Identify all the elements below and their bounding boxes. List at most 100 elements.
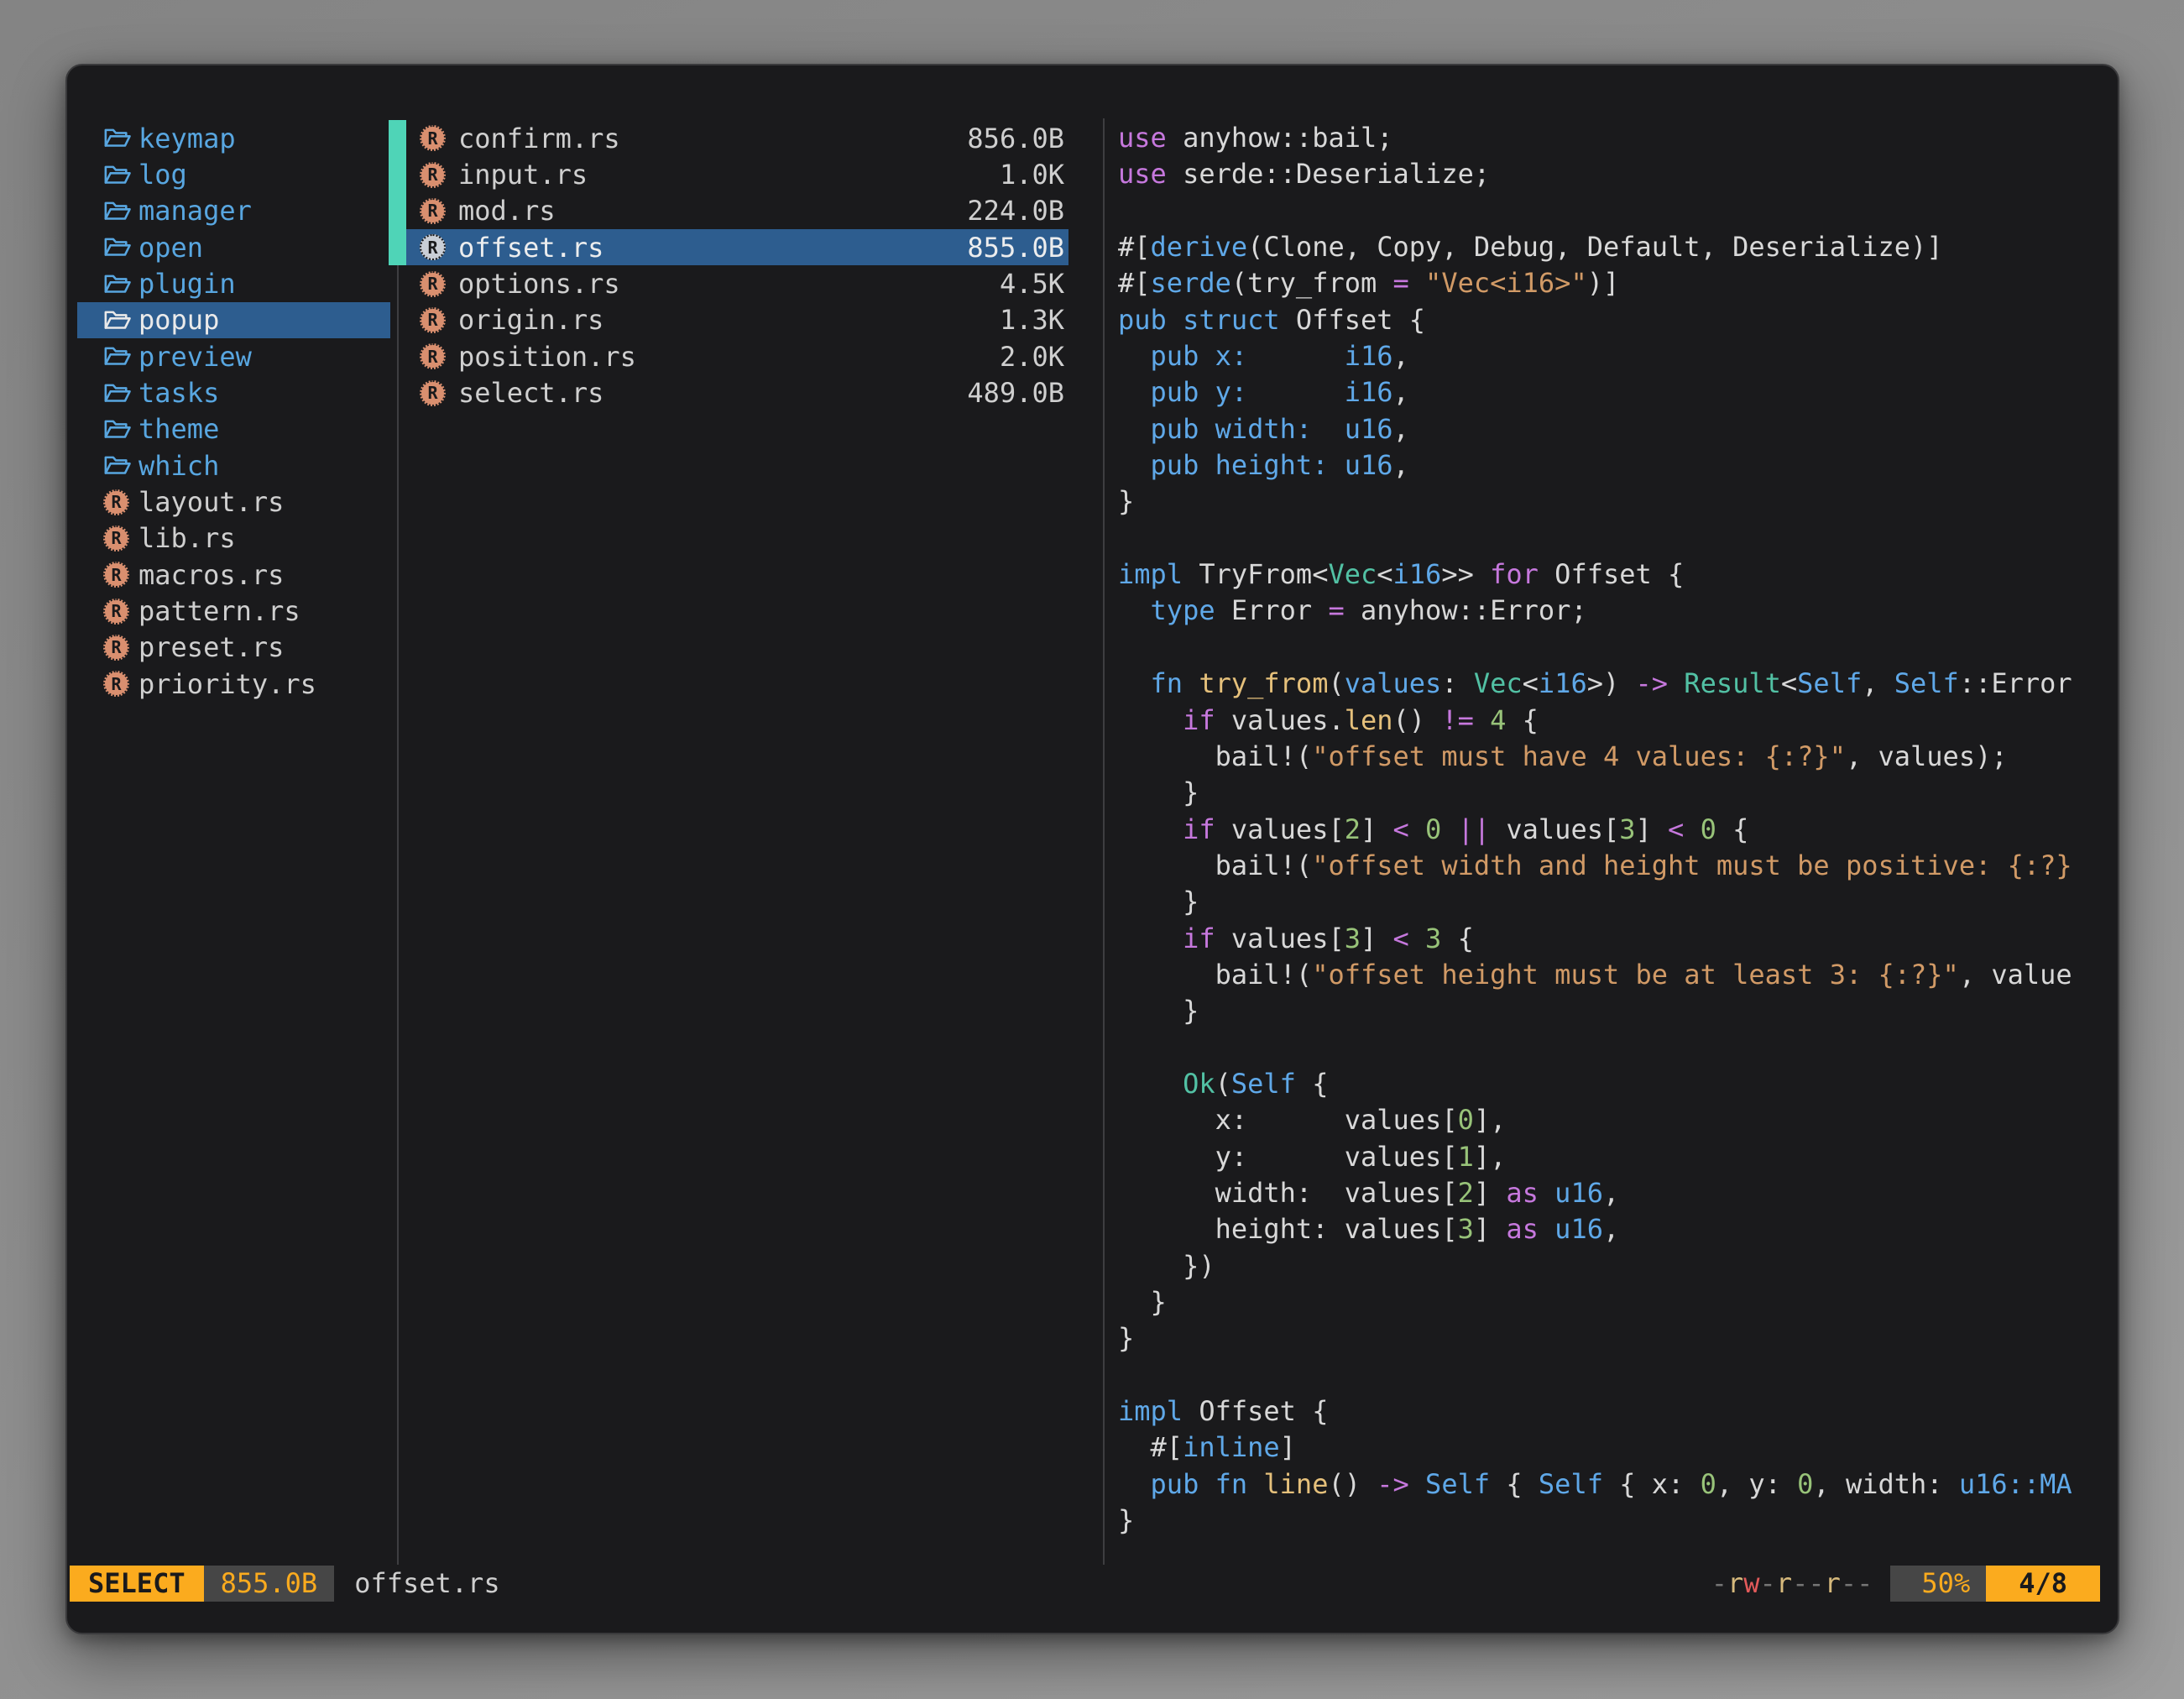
code-token: ::Error [1959, 667, 2072, 699]
code-token: } [1118, 886, 1199, 917]
code-token: ( [1328, 667, 1344, 699]
file-row-options-rs[interactable]: Roptions.rs4.5K [406, 265, 1068, 301]
code-token: for [1490, 558, 1539, 590]
code-token [1474, 704, 1490, 736]
code-token: 3 [1345, 923, 1361, 954]
code-token: < [1377, 558, 1392, 590]
sidebar-item-theme[interactable]: theme [77, 411, 390, 447]
rust-gear-icon: R [420, 380, 446, 406]
sidebar-item-lib-rs[interactable]: Rlib.rs [77, 520, 390, 557]
code-token: i16 [1345, 376, 1393, 408]
code-token: height: [1215, 449, 1329, 481]
sidebar-item-keymap[interactable]: keymap [77, 120, 390, 156]
file-row-input-rs[interactable]: Rinput.rs1.0K [406, 156, 1068, 192]
code-token: as [1506, 1177, 1539, 1209]
code-line: y: values[1], [1118, 1139, 2119, 1175]
code-token: } [1118, 1322, 1134, 1354]
code-token: as [1506, 1213, 1539, 1245]
file-row-position-rs[interactable]: Rposition.rs2.0K [406, 338, 1068, 374]
code-line: Ok(Self { [1118, 1066, 2119, 1102]
code-token: Self [1425, 1468, 1490, 1500]
code-token: bail!( [1118, 959, 1312, 991]
code-token [1684, 813, 1700, 845]
file-size: 2.0K [1000, 341, 1064, 373]
rust-gear-icon: R [103, 489, 129, 515]
sidebar-item-popup[interactable]: popup [77, 302, 390, 338]
sidebar-item-label: open [138, 232, 203, 264]
code-token: i16 [1393, 558, 1442, 590]
code-line: pub width: u16, [1118, 411, 2119, 447]
code-token [1199, 376, 1215, 408]
file-row-offset-rs[interactable]: Roffset.rs855.0B [406, 229, 1068, 265]
sidebar-item-preset-rs[interactable]: Rpreset.rs [77, 630, 390, 666]
code-token: ] [1280, 1431, 1296, 1463]
pane-divider-right [1103, 118, 1105, 1565]
file-row-select-rs[interactable]: Rselect.rs489.0B [406, 374, 1068, 410]
code-token: ] [1636, 813, 1669, 845]
file-row-confirm-rs[interactable]: Rconfirm.rs856.0B [406, 120, 1068, 156]
code-token [1199, 413, 1215, 445]
code-token: #[ [1118, 231, 1151, 263]
code-line: impl Offset { [1118, 1393, 2119, 1430]
file-row-origin-rs[interactable]: Rorigin.rs1.3K [406, 302, 1068, 338]
code-token: derive [1151, 231, 1248, 263]
open-folder-icon [103, 418, 132, 441]
code-line: fn try_from(values: Vec<i16>) -> Result<… [1118, 666, 2119, 702]
code-token: () [1328, 1468, 1377, 1500]
status-bar: SELECT 855.0B offset.rs -rw-r--r-- 50% 4… [70, 1566, 2100, 1602]
open-folder-icon [103, 309, 132, 332]
code-token: < [1781, 667, 1797, 699]
code-token: x: values[ [1118, 1104, 1458, 1136]
code-token: 0 [1458, 1104, 1474, 1136]
permission-char: - [1760, 1567, 1776, 1599]
code-token: { [1716, 813, 1749, 845]
sidebar-item-open[interactable]: open [77, 229, 390, 265]
code-token: (Clone, Copy, Debug, Default, Deserializ… [1247, 231, 1942, 263]
open-folder-icon [103, 382, 132, 405]
code-token: , value [1959, 959, 2072, 991]
file-name: input.rs [458, 159, 588, 191]
sidebar-item-priority-rs[interactable]: Rpriority.rs [77, 666, 390, 702]
code-token: 4 [1490, 704, 1506, 736]
sidebar-item-preview[interactable]: preview [77, 338, 390, 374]
code-token: >> [1441, 558, 1490, 590]
sidebar-item-layout-rs[interactable]: Rlayout.rs [77, 484, 390, 520]
sidebar-item-macros-rs[interactable]: Rmacros.rs [77, 557, 390, 593]
code-token [1328, 449, 1344, 481]
open-folder-icon [103, 236, 132, 259]
code-token: ], [1474, 1141, 1507, 1173]
code-token: u16 [1345, 449, 1393, 481]
code-token [1247, 340, 1345, 372]
code-token [1247, 376, 1345, 408]
sidebar-item-plugin[interactable]: plugin [77, 265, 390, 301]
sidebar-item-pattern-rs[interactable]: Rpattern.rs [77, 593, 390, 629]
code-token [1118, 704, 1183, 736]
code-line [1118, 1030, 2119, 1066]
code-token: pub [1151, 413, 1199, 445]
code-line: pub x: i16, [1118, 338, 2119, 374]
code-token [1247, 1468, 1263, 1500]
sidebar-item-label: layout.rs [138, 486, 284, 518]
file-name: mod.rs [458, 195, 556, 227]
code-line [1118, 193, 2119, 229]
sidebar-item-tasks[interactable]: tasks [77, 374, 390, 410]
sidebar-item-which[interactable]: which [77, 447, 390, 484]
code-token: serde [1151, 267, 1231, 299]
rust-gear-icon: R [420, 307, 446, 333]
rust-gear-icon: R [420, 271, 446, 297]
code-line: } [1118, 884, 2119, 920]
code-token: anyhow::bail; [1167, 122, 1393, 154]
code-line: bail!("offset width and height must be p… [1118, 848, 2119, 884]
yazi-window: keymaplogmanageropenpluginpopuppreviewta… [65, 64, 2119, 1634]
rust-gear-icon: R [103, 525, 129, 552]
code-token: u16 [1554, 1213, 1603, 1245]
file-row-mod-rs[interactable]: Rmod.rs224.0B [406, 193, 1068, 229]
code-token: "offset height must be at least 3: {:?}" [1312, 959, 1959, 991]
open-folder-icon [103, 454, 132, 477]
sidebar-item-label: pattern.rs [138, 595, 300, 627]
code-token: ( [1215, 1068, 1231, 1100]
sidebar-item-log[interactable]: log [77, 156, 390, 192]
status-left: SELECT 855.0B offset.rs [70, 1566, 500, 1602]
sidebar-item-manager[interactable]: manager [77, 193, 390, 229]
sidebar-item-label: log [138, 159, 187, 191]
